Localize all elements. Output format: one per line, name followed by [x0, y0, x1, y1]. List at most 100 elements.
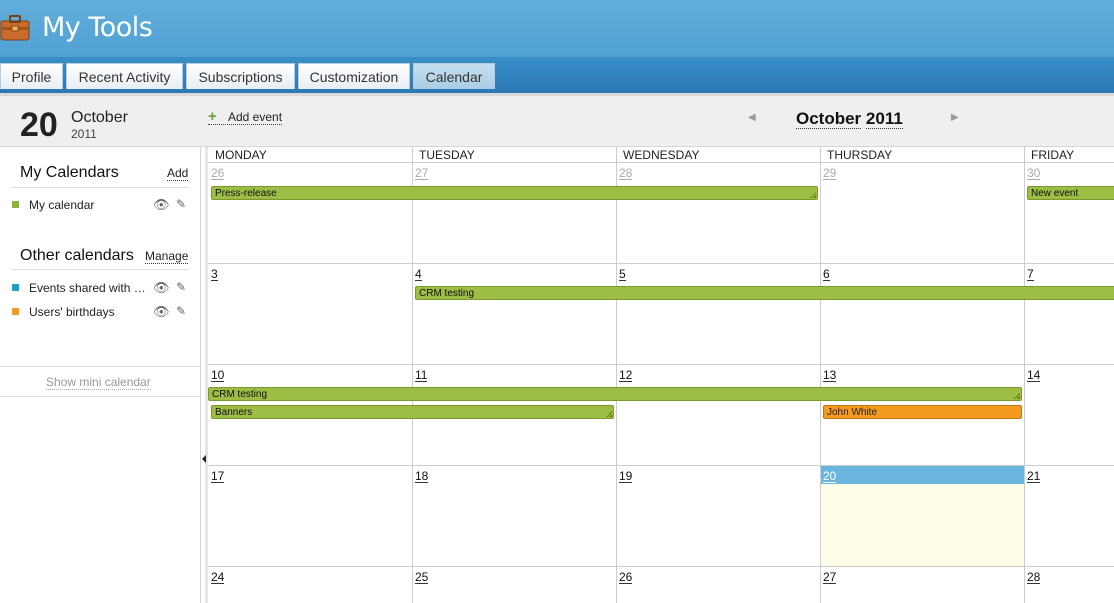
eye-icon[interactable]: 👁 [153, 304, 170, 320]
day-number[interactable]: 25 [415, 571, 429, 584]
briefcase-icon [0, 15, 30, 41]
tab-calendar[interactable]: Calendar [413, 63, 495, 89]
divider [0, 366, 200, 367]
day-number[interactable]: 24 [211, 571, 225, 584]
calendar-sidebar: My Calendars Add My calendar 👁 ✎ Other c… [0, 147, 201, 603]
resize-handle-icon[interactable] [810, 192, 816, 198]
calendar-item-birthdays[interactable]: Users' birthdays 👁 ✎ [12, 304, 192, 320]
weekday-header: TUESDAY [412, 147, 616, 163]
calendar-color-swatch [12, 308, 19, 315]
add-calendar-link[interactable]: Add [167, 166, 189, 181]
event-bar[interactable]: Press-release [211, 186, 818, 200]
day-number[interactable]: 7 [1027, 268, 1034, 281]
event-bar[interactable]: New event [1027, 186, 1114, 200]
calendar-item-shared[interactable]: Events shared with me 👁 ✎ [12, 280, 192, 296]
grid-line [208, 364, 1114, 365]
month-grid: MONDAY TUESDAY WEDNESDAY THURSDAY FRIDAY… [208, 147, 1114, 603]
resize-handle-icon[interactable] [1014, 393, 1020, 399]
my-calendars-title: My Calendars [20, 164, 119, 181]
app-header: My Tools [0, 0, 1114, 63]
calendar-name: Events shared with me [29, 281, 149, 295]
edit-pencil-icon[interactable]: ✎ [176, 304, 186, 318]
event-title: CRM testing [419, 288, 475, 299]
edit-pencil-icon[interactable]: ✎ [176, 197, 186, 211]
grid-line [208, 566, 1114, 567]
edit-pencil-icon[interactable]: ✎ [176, 280, 186, 294]
tab-bar: Profile Recent Activity Subscriptions Cu… [0, 57, 1114, 93]
collapse-sidebar-arrow-icon[interactable] [202, 455, 206, 463]
day-number[interactable]: 11 [415, 369, 428, 382]
day-number[interactable]: 29 [823, 167, 837, 180]
nav-month-label[interactable]: October [796, 109, 862, 129]
today-year: 2011 [71, 127, 97, 141]
day-number[interactable]: 30 [1027, 167, 1041, 180]
current-month-nav[interactable]: October 2011 [796, 109, 903, 129]
add-event-button[interactable]: + Add event [208, 108, 283, 125]
calendar-color-swatch [12, 284, 19, 291]
day-number[interactable]: 21 [1027, 470, 1041, 483]
day-number[interactable]: 13 [823, 369, 837, 382]
day-number[interactable]: 10 [211, 369, 225, 382]
event-title: John White [827, 407, 878, 418]
event-title: New event [1031, 188, 1079, 199]
day-number[interactable]: 6 [823, 268, 830, 281]
event-bar[interactable]: CRM testing [415, 286, 1114, 300]
plus-icon: + [208, 108, 217, 125]
grid-line [208, 263, 1114, 264]
eye-icon[interactable]: 👁 [153, 280, 170, 296]
grid-line [412, 147, 413, 603]
event-title: Press-release [215, 188, 277, 199]
tab-customization[interactable]: Customization [298, 63, 410, 89]
eye-icon[interactable]: 👁 [153, 197, 170, 213]
grid-line [1024, 147, 1025, 603]
manage-calendars-link[interactable]: Manage [145, 249, 189, 264]
divider [0, 396, 200, 397]
day-number[interactable]: 12 [619, 369, 633, 382]
weekday-header: MONDAY [208, 147, 412, 163]
day-number[interactable]: 26 [211, 167, 225, 180]
calendar-name: Users' birthdays [29, 305, 115, 319]
day-number[interactable]: 5 [619, 268, 626, 281]
grid-line [616, 147, 617, 603]
nav-year-label[interactable]: 2011 [865, 109, 903, 129]
divider [12, 269, 189, 270]
event-bar[interactable]: CRM testing [208, 387, 1022, 401]
tab-recent-activity[interactable]: Recent Activity [66, 63, 183, 89]
show-mini-calendar-link[interactable]: Show mini calendar [46, 375, 151, 390]
day-number[interactable]: 28 [1027, 571, 1041, 584]
weekday-header: FRIDAY [1024, 147, 1114, 163]
tab-profile[interactable]: Profile [0, 63, 63, 89]
event-bar[interactable]: Banners [211, 405, 614, 419]
day-number[interactable]: 19 [619, 470, 633, 483]
event-title: CRM testing [212, 389, 268, 400]
day-number[interactable]: 14 [1027, 369, 1041, 382]
calendar-item-my-calendar[interactable]: My calendar 👁 ✎ [12, 197, 192, 213]
divider [12, 187, 189, 188]
other-calendars-title: Other calendars [20, 247, 134, 264]
next-month-arrow-icon[interactable]: ▶ [951, 112, 959, 123]
day-number[interactable]: 27 [823, 571, 837, 584]
day-number[interactable]: 3 [211, 268, 218, 281]
tab-subscriptions[interactable]: Subscriptions [186, 63, 295, 89]
calendar-name: My calendar [29, 198, 95, 212]
day-number[interactable]: 4 [415, 268, 422, 281]
event-title: Banners [215, 407, 253, 418]
today-month: October [71, 109, 128, 126]
grid-line [820, 147, 821, 603]
calendar-color-swatch [12, 201, 19, 208]
prev-month-arrow-icon[interactable]: ◀ [748, 112, 756, 123]
add-event-label: Add event [228, 110, 283, 124]
weekday-header: WEDNESDAY [616, 147, 820, 163]
day-number[interactable]: 27 [415, 167, 429, 180]
grid-line [208, 465, 1114, 466]
day-number[interactable]: 26 [619, 571, 633, 584]
day-number[interactable]: 17 [211, 470, 225, 483]
resize-handle-icon[interactable] [606, 411, 612, 417]
today-cell-header [820, 465, 1025, 484]
today-day-number[interactable]: 20 [823, 470, 837, 483]
event-bar[interactable]: John White [823, 405, 1022, 419]
day-number[interactable]: 18 [415, 470, 429, 483]
day-number[interactable]: 28 [619, 167, 633, 180]
calendar-toolbar: 20 October 2011 + Add event ◀ October 20… [0, 93, 1114, 147]
weekday-header: THURSDAY [820, 147, 1024, 163]
